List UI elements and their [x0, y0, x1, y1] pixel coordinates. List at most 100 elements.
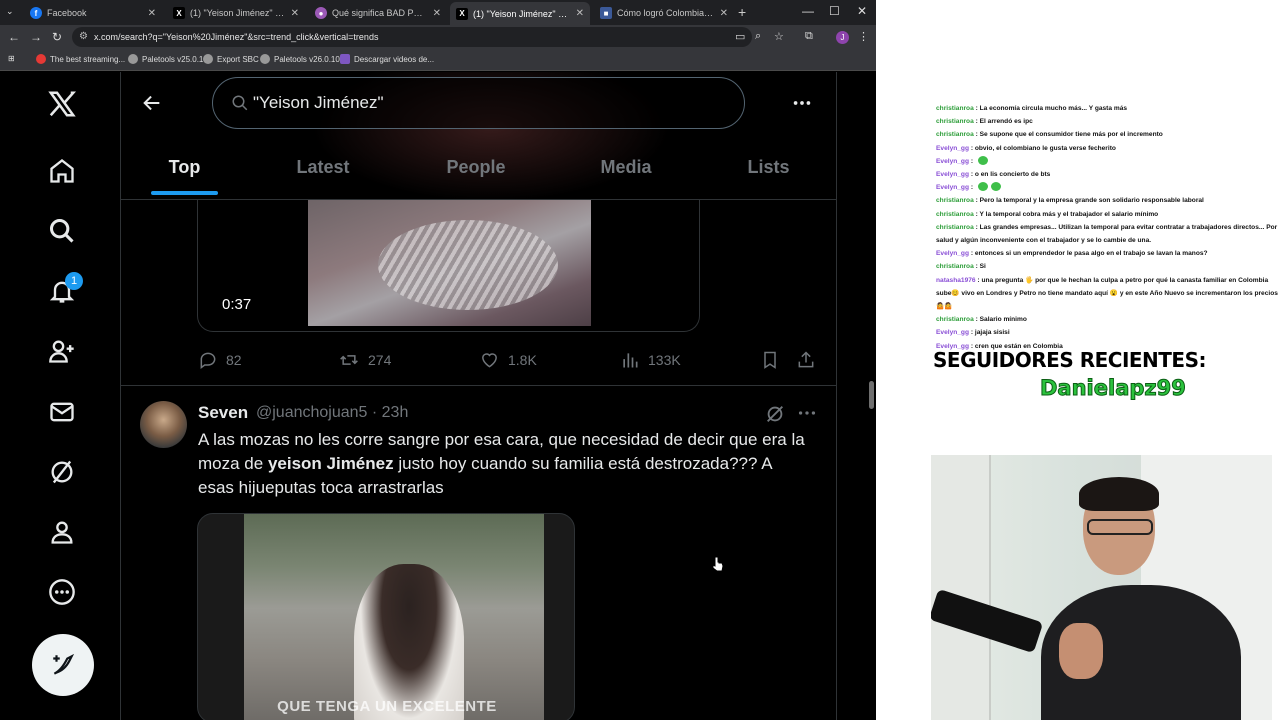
close-icon[interactable]: ✕: [720, 8, 728, 19]
close-icon[interactable]: ✕: [433, 8, 441, 19]
tab-bad-prb[interactable]: ● Qué significa BAD PRB, señal qu ✕: [309, 3, 447, 23]
x-page: 1 0:37 82 274 1.8K 133K Seven @juanchoju…: [0, 72, 876, 720]
chat-username: christianroa: [936, 105, 974, 112]
share-button[interactable]: [796, 349, 824, 371]
search-more-icon[interactable]: [791, 92, 813, 119]
grok-explain-icon[interactable]: [764, 403, 786, 430]
bookmark-label: Paletools v26.0.10: [274, 54, 340, 64]
views-count: 133K: [648, 352, 681, 368]
active-tab-indicator: [151, 191, 218, 195]
site-info-icon[interactable]: ⚙: [79, 31, 88, 42]
tweet-video[interactable]: 0:37: [197, 200, 700, 332]
scrollbar-thumb[interactable]: [869, 381, 874, 409]
back-arrow-icon[interactable]: [141, 92, 163, 119]
menu-icon[interactable]: ⋮: [858, 30, 869, 43]
bookmark-button[interactable]: [760, 349, 788, 371]
zoom-icon[interactable]: ⌕: [755, 30, 761, 43]
close-icon[interactable]: ✕: [576, 8, 584, 19]
background-door: [931, 455, 991, 720]
close-icon[interactable]: ✕: [148, 8, 156, 19]
repost-button[interactable]: 274: [338, 349, 391, 371]
tweet-author-name[interactable]: Seven: [198, 403, 248, 423]
profile-icon[interactable]: [44, 514, 80, 550]
stream-overlay: christianroa : La economía circula mucho…: [876, 0, 1280, 720]
webcam-feed: [931, 455, 1272, 720]
messages-icon[interactable]: [44, 394, 80, 430]
grok-icon[interactable]: [44, 454, 80, 490]
bookmark-streaming[interactable]: The best streaming...: [36, 54, 125, 64]
search-input[interactable]: "Yeison Jiménez": [212, 77, 745, 129]
tab-x-search[interactable]: X (1) "Yeison Jiménez" - Search / X ✕: [167, 3, 305, 23]
video-caption: QUE TENGA UN EXCELENTE: [277, 698, 497, 715]
profile-avatar[interactable]: J: [836, 31, 849, 44]
tweet-more-icon[interactable]: [796, 402, 818, 429]
tab-people[interactable]: People: [431, 136, 521, 198]
chat-text: Si: [979, 263, 986, 271]
minimize-icon[interactable]: —: [802, 4, 814, 18]
x-logo-icon[interactable]: [44, 86, 80, 122]
left-navigation: 1: [0, 72, 120, 720]
reply-button[interactable]: 82: [198, 349, 242, 371]
tab-top[interactable]: Top: [151, 136, 218, 198]
address-bar[interactable]: ⚙ x.com/search?q="Yeison%20Jiménez"&src=…: [72, 27, 752, 47]
emote-icon: [977, 182, 988, 192]
video-frame: [244, 514, 544, 720]
reload-icon[interactable]: ↻: [52, 30, 62, 44]
tweet-text-highlight: yeison Jiménez: [267, 454, 394, 473]
bookmark-icon: [36, 54, 46, 64]
views-button[interactable]: 133K: [620, 349, 681, 371]
analytics-icon: [623, 353, 638, 368]
chat-message: christianroa : Si: [936, 260, 1280, 273]
post-button[interactable]: [32, 634, 94, 696]
extensions-icon[interactable]: ⧉: [805, 30, 813, 43]
cast-icon[interactable]: ▭: [735, 30, 745, 43]
chat-message: christianroa : Pero la temporal y la emp…: [936, 194, 1280, 207]
like-count: 1.8K: [508, 352, 537, 368]
follow-icon[interactable]: [44, 333, 80, 369]
home-icon[interactable]: [44, 153, 80, 189]
forward-icon[interactable]: →: [30, 30, 42, 44]
close-icon[interactable]: ✕: [291, 8, 299, 19]
chat-message: christianroa : El arrendó es ipc: [936, 115, 1280, 128]
bookmark-paletools-25[interactable]: Paletools v25.0.1: [128, 54, 203, 64]
bookmarks-bar: ⊞ The best streaming... Paletools v25.0.…: [0, 49, 876, 71]
repost-icon: [340, 355, 358, 365]
recent-followers-title: SEGUIDORES RECIENTES:: [933, 348, 1207, 372]
tab-x-search-active[interactable]: X (1) "Yeison Jiménez" - Search / X ✕: [450, 2, 590, 25]
maximize-icon[interactable]: ☐: [829, 4, 840, 18]
bookmark-descargar[interactable]: Descargar videos de...: [340, 54, 434, 64]
avatar[interactable]: [140, 401, 187, 448]
tab-colombia[interactable]: ■ Cómo logró Colombia converti ✕: [594, 3, 734, 23]
apps-icon[interactable]: ⊞: [8, 54, 15, 63]
bookmark-star-icon[interactable]: ☆: [774, 30, 784, 43]
chat-text: obvio, el colombiano le gusta verse fech…: [974, 144, 1116, 152]
video-frame: [308, 200, 591, 326]
chat-message: christianroa : Y la temporal cobra más y…: [936, 208, 1280, 221]
reply-icon: [200, 352, 216, 369]
chat-message: Evelyn_gg : obvio, el colombiano le gust…: [936, 142, 1280, 155]
more-options-icon[interactable]: [44, 574, 80, 610]
tab-media[interactable]: Media: [586, 136, 666, 198]
back-icon[interactable]: ←: [8, 30, 20, 44]
tweet-video[interactable]: QUE TENGA UN EXCELENTE: [197, 513, 575, 720]
chat-message: christianroa : Las grandes empresas... U…: [936, 221, 1280, 247]
chat-message: Evelyn_gg : jajaja sisisi: [936, 326, 1280, 339]
explore-icon[interactable]: [44, 213, 80, 249]
site-icon: ■: [600, 7, 612, 19]
search-query: "Yeison Jiménez": [253, 93, 384, 112]
chat-text: Pero la temporal y la empresa grande son…: [979, 197, 1204, 205]
close-window-icon[interactable]: ✕: [857, 4, 867, 18]
tab-lists[interactable]: Lists: [731, 136, 806, 198]
tab-search-icon[interactable]: ⌄: [6, 6, 14, 17]
bookmark-export-sbc[interactable]: Export SBC: [203, 54, 259, 64]
bookmark-icon: [764, 351, 776, 369]
chat-text: Las grandes empresas... Utilizan la temp…: [936, 223, 1278, 245]
tweet-author-handle[interactable]: @juanchojuan5 · 23h: [256, 404, 408, 422]
bookmark-paletools-26[interactable]: Paletools v26.0.10: [260, 54, 340, 64]
streamer-glasses: [1087, 519, 1153, 535]
new-tab-icon[interactable]: +: [738, 4, 746, 20]
like-button[interactable]: 1.8K: [479, 349, 537, 371]
tab-facebook[interactable]: f Facebook ✕: [24, 3, 162, 23]
tab-latest[interactable]: Latest: [281, 136, 365, 198]
chat-username: Evelyn_gg: [936, 157, 969, 165]
